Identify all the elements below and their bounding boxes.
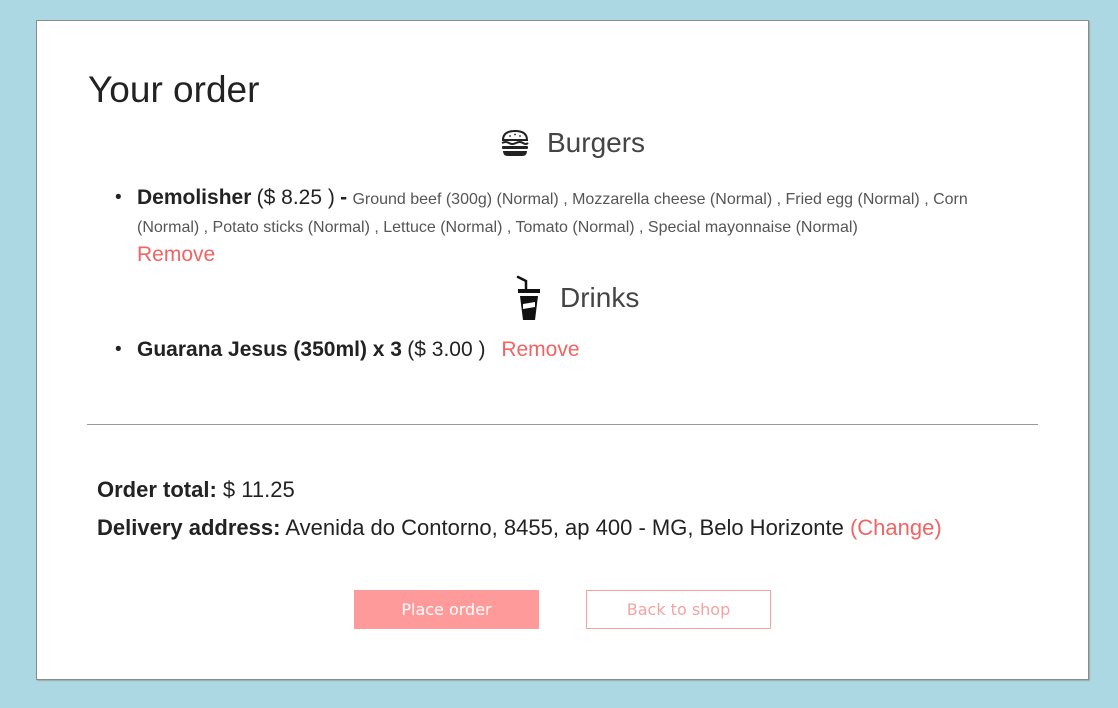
page-title: Your order [88, 69, 260, 110]
drink-cup-icon [513, 274, 545, 322]
order-total-label: Order total: [97, 477, 217, 502]
back-to-shop-button[interactable]: Back to shop [586, 590, 771, 629]
order-total-value: $ 11.25 [222, 477, 295, 502]
burger-icon [500, 128, 530, 158]
order-total: Order total: $ 11.25 [97, 477, 295, 503]
order-card: Your order Burgers • Demolisher ($ 8.25 … [36, 20, 1089, 680]
remove-item-link[interactable]: Remove [501, 338, 579, 361]
delivery-address: Delivery address: Avenida do Contorno, 8… [97, 515, 942, 541]
change-address-link[interactable]: (Change) [850, 515, 942, 540]
category-label-drinks: Drinks [560, 282, 640, 313]
item-name: Demolisher [137, 186, 252, 209]
category-header-drinks: Drinks [513, 274, 639, 322]
place-order-button[interactable]: Place order [354, 590, 539, 629]
divider [87, 424, 1038, 425]
category-label-burgers: Burgers [547, 127, 646, 158]
delivery-address-label: Delivery address: [97, 515, 281, 540]
item-separator: - [340, 186, 348, 209]
delivery-address-value: Avenida do Contorno, 8455, ap 400 - MG, … [285, 515, 844, 540]
remove-item-link[interactable]: Remove [137, 243, 215, 266]
order-item: • Guarana Jesus (350ml) x 3 ($ 3.00 ) Re… [115, 336, 1015, 364]
item-name: Guarana Jesus (350ml) x 3 [137, 338, 402, 361]
item-price: ($ 3.00 ) [407, 338, 486, 361]
item-price: ($ 8.25 ) [256, 186, 335, 209]
order-item: • Demolisher ($ 8.25 ) - Ground beef (30… [115, 184, 1015, 269]
category-header-burgers: Burgers [500, 127, 645, 159]
bullet: • [115, 339, 122, 360]
bullet: • [115, 187, 122, 208]
